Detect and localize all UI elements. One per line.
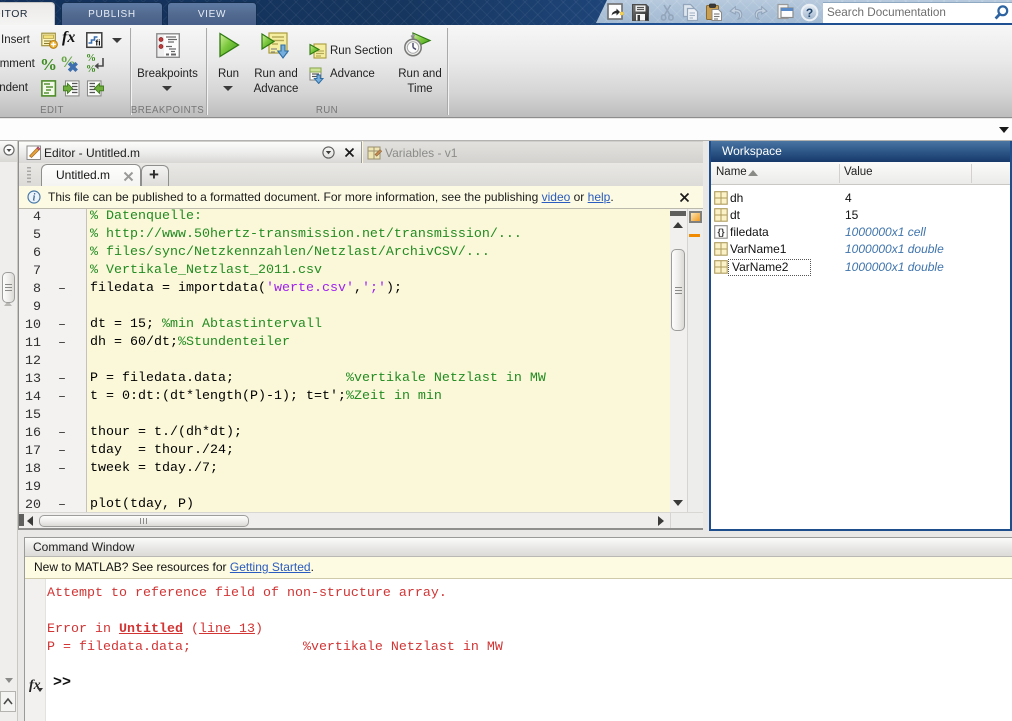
svg-text:{}: {} [717,227,725,237]
svg-text:i: i [33,193,36,204]
svg-text:?: ? [806,6,813,20]
svg-text:fi: fi [95,38,100,48]
